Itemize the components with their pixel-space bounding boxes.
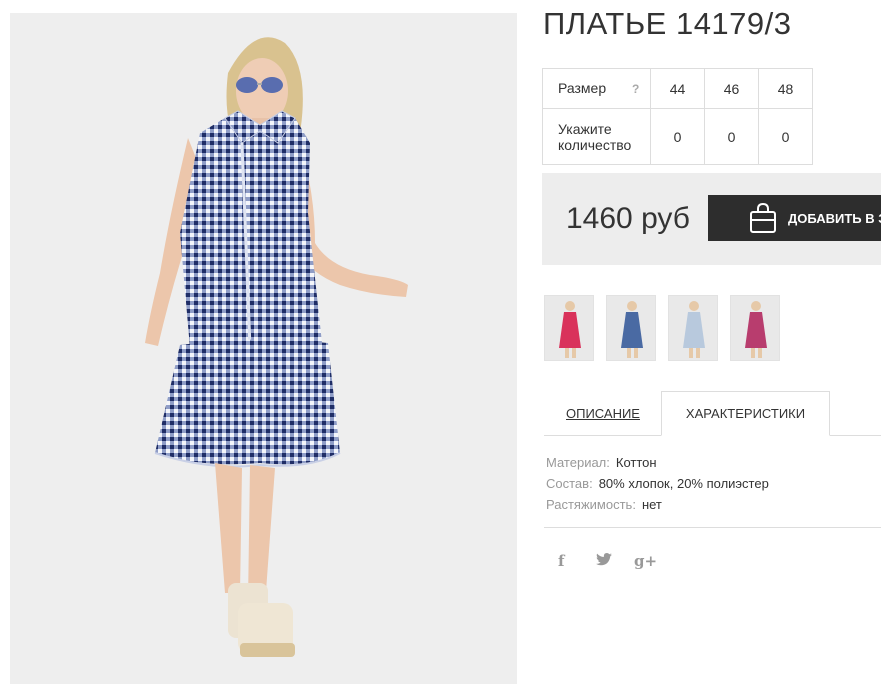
variant-thumb-2[interactable] <box>606 295 656 361</box>
product-tabs: ОПИСАНИЕ ХАРАКТЕРИСТИКИ <box>544 391 881 436</box>
help-icon[interactable]: ? <box>632 82 639 96</box>
spec-material-value: Коттон <box>615 455 657 470</box>
spec-composition-label: Состав: <box>546 476 593 491</box>
variant-dress-1 <box>559 301 581 358</box>
variant-dress-2 <box>621 301 643 358</box>
quantity-input-44[interactable]: 0 <box>650 108 705 165</box>
quantity-row: Укажите количество 0 0 0 <box>542 108 813 165</box>
spec-stretch: Растяжимость: нет <box>546 494 769 515</box>
size-row: Размер ? 44 46 48 <box>542 68 813 109</box>
price-box: 1460 руб ДОБАВИТЬ В ЗАКАЗ <box>542 173 881 265</box>
googleplus-icon[interactable]: g+ <box>634 552 672 570</box>
variant-thumb-3[interactable] <box>668 295 718 361</box>
size-label-cell: Размер ? <box>542 68 651 109</box>
quantity-label-cell: Укажите количество <box>542 108 651 165</box>
quantity-input-46[interactable]: 0 <box>704 108 759 165</box>
variant-dress-4 <box>745 301 767 358</box>
add-to-order-label: ДОБАВИТЬ В ЗАКАЗ <box>788 210 881 226</box>
quantity-label-line1: Укажите <box>558 120 612 137</box>
spec-stretch-label: Растяжимость: <box>546 497 636 512</box>
social-share: f g+ <box>558 552 672 570</box>
size-label: Размер <box>558 80 607 96</box>
tab-description[interactable]: ОПИСАНИЕ <box>544 391 662 436</box>
add-to-order-button[interactable]: ДОБАВИТЬ В ЗАКАЗ <box>708 195 881 241</box>
spec-composition-value: 80% хлопок, 20% полиэстер <box>598 476 769 491</box>
spec-stretch-value: нет <box>641 497 662 512</box>
price: 1460 руб <box>566 202 690 235</box>
shopping-bag-icon <box>750 202 776 233</box>
characteristics-list: Материал: Коттон Состав: 80% хлопок, 20% п… <box>546 452 769 515</box>
spec-material-label: Материал: <box>546 455 610 470</box>
spec-material: Материал: Коттон <box>546 452 769 473</box>
model-photo-illustration <box>145 37 408 657</box>
size-48: 48 <box>758 68 813 109</box>
size-quantity-table: Размер ? 44 46 48 Укажите количество 0 0… <box>542 68 813 165</box>
variant-dress-3 <box>683 301 705 358</box>
quantity-label-line2: количество <box>558 136 632 153</box>
product-title: ПЛАТЬЕ 14179/3 <box>543 6 792 41</box>
quantity-input-48[interactable]: 0 <box>758 108 813 165</box>
facebook-icon[interactable]: f <box>558 552 596 570</box>
tab-characteristics[interactable]: ХАРАКТЕРИСТИКИ <box>661 391 830 436</box>
product-main-photo[interactable] <box>10 13 517 684</box>
variant-thumb-4[interactable] <box>730 295 780 361</box>
spec-composition: Состав: 80% хлопок, 20% полиэстер <box>546 473 769 494</box>
size-46: 46 <box>704 68 759 109</box>
variant-thumb-1[interactable] <box>544 295 594 361</box>
section-divider <box>544 527 881 528</box>
size-44: 44 <box>650 68 705 109</box>
twitter-icon[interactable] <box>596 552 634 570</box>
